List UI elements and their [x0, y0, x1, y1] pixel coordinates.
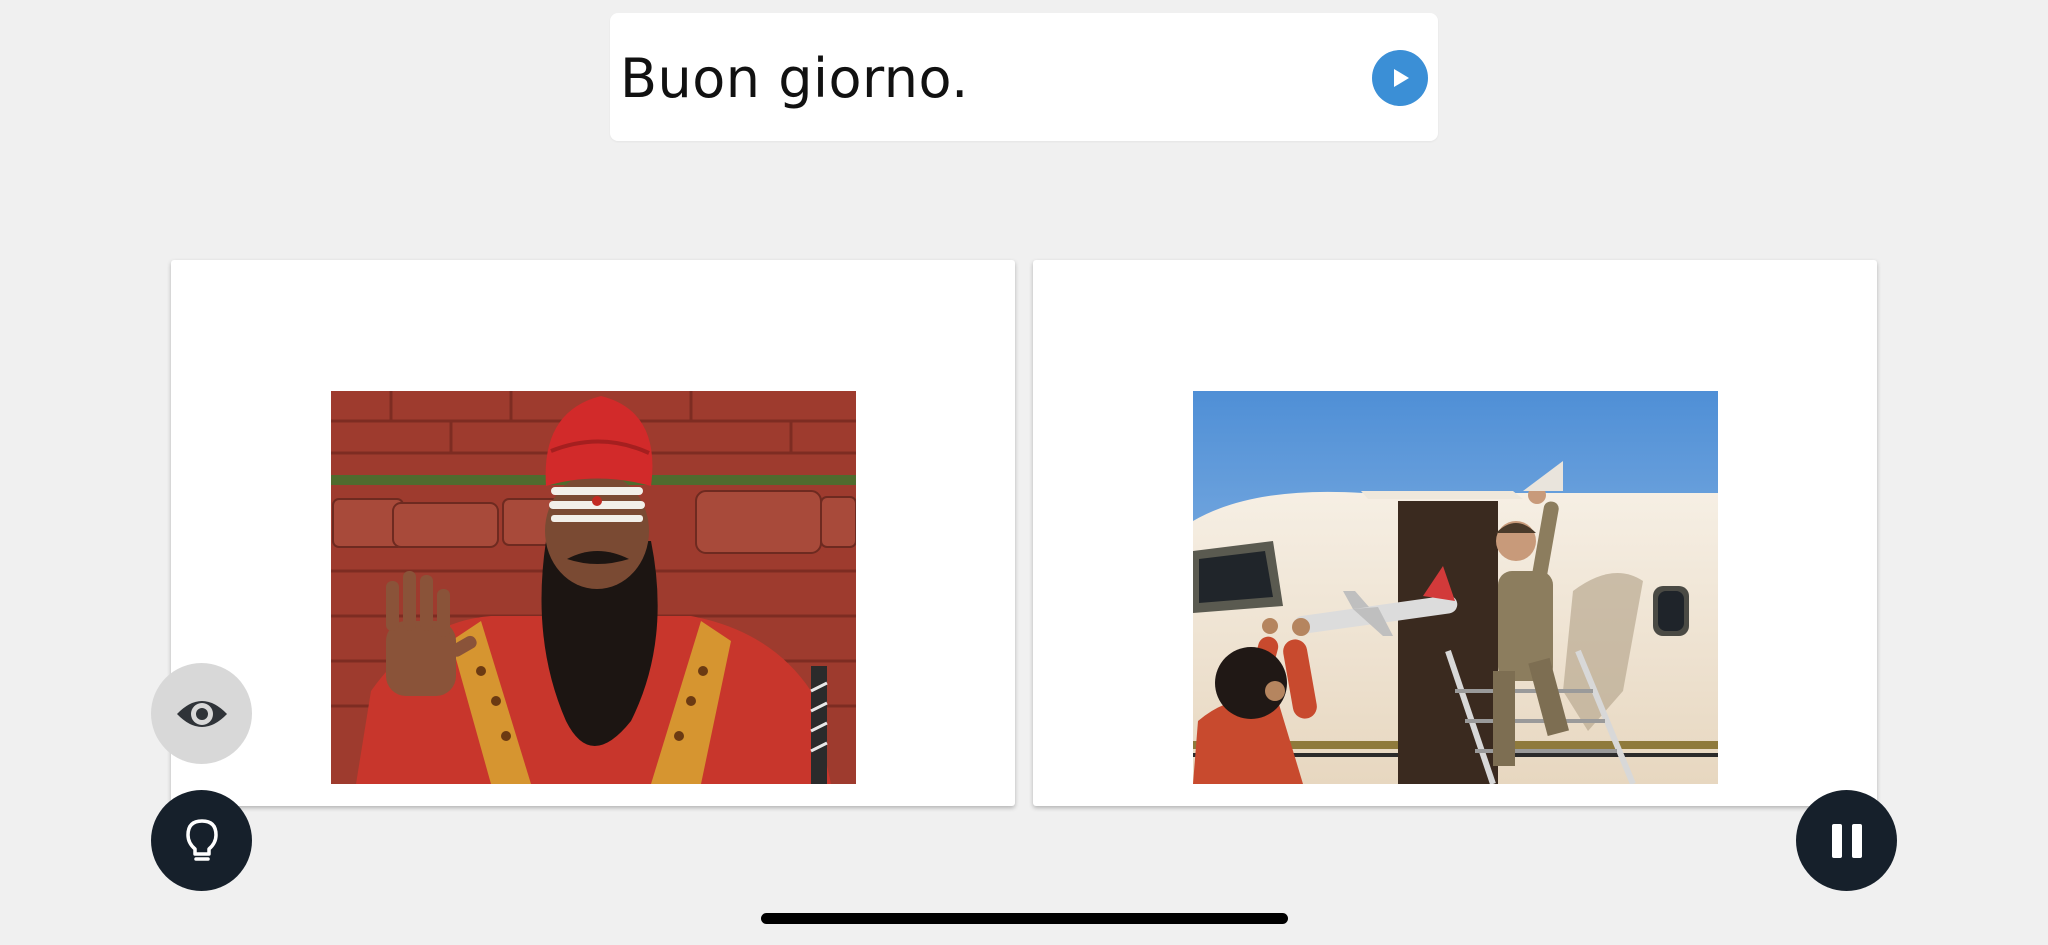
play-icon	[1394, 69, 1409, 87]
pause-icon	[1831, 823, 1862, 858]
eye-icon	[176, 700, 227, 727]
answer-choice-2[interactable]	[1033, 260, 1877, 806]
prompt-text: Buon giorno.	[620, 47, 969, 110]
pause-button[interactable]	[1796, 790, 1897, 891]
prompt-card: Buon giorno.	[610, 13, 1438, 141]
lightbulb-icon	[185, 818, 218, 861]
home-indicator[interactable]	[761, 913, 1288, 924]
hint-button[interactable]	[151, 790, 252, 891]
show-text-button[interactable]	[151, 663, 252, 764]
businessman-boarding-jet-photo	[1193, 391, 1718, 784]
man-with-turban-waving-photo	[331, 391, 856, 784]
answer-choice-1[interactable]	[171, 260, 1015, 806]
play-audio-button[interactable]	[1372, 50, 1428, 106]
